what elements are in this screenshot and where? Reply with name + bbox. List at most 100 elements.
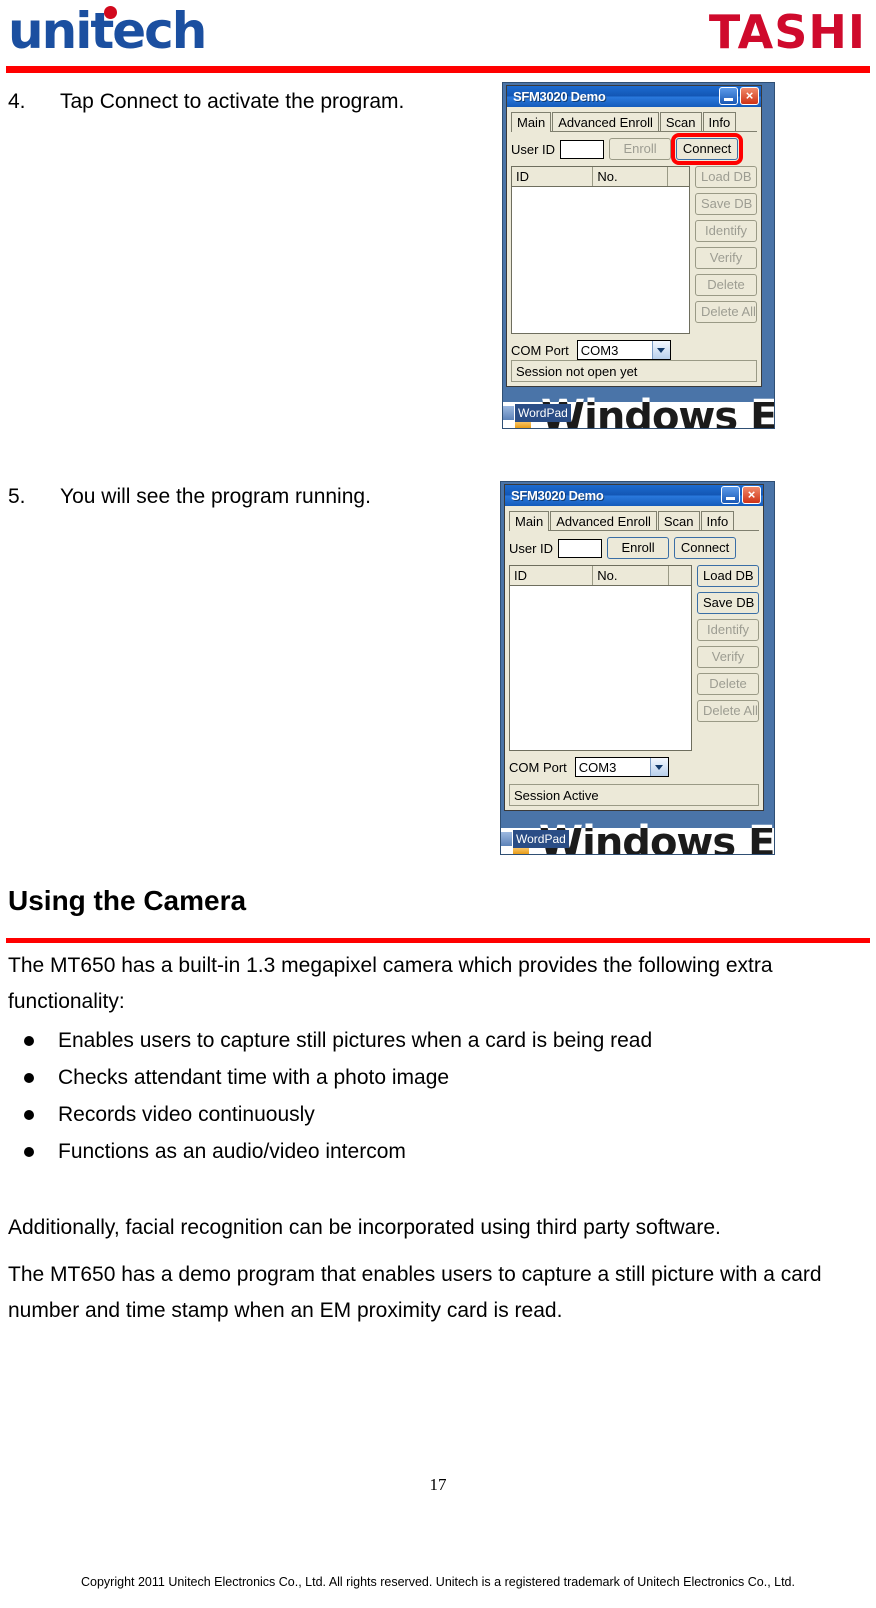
list-item-label: Enables users to capture still pictures … [58, 1029, 653, 1052]
column-header-no: No. [593, 566, 670, 585]
page-header: unitech TASHI [0, 0, 876, 78]
delete-button[interactable]: Delete [695, 274, 757, 296]
close-icon[interactable]: × [740, 87, 759, 105]
window-titlebar: SFM3020 Demo × [507, 86, 761, 107]
taskbar-button-wordpad[interactable]: WordPad [513, 830, 569, 848]
unitech-logo: unitech [8, 2, 207, 60]
sfm3020-demo-window-1: SFM3020 Demo × Main Advanced Enroll Scan… [506, 85, 762, 387]
window-titlebar: SFM3020 Demo × [505, 485, 763, 506]
intro-paragraph: The MT650 has a built-in 1.3 megapixel c… [8, 954, 773, 1013]
list-item: Checks attendant time with a photo image [8, 1059, 864, 1096]
delete-all-button[interactable]: Delete All [697, 700, 759, 722]
connect-button[interactable]: Connect [674, 537, 737, 559]
tab-scan[interactable]: Scan [657, 511, 700, 530]
tab-bar: Main Advanced Enroll Scan Info [509, 509, 759, 531]
page-number: 17 [429, 1475, 447, 1494]
user-id-input[interactable] [558, 538, 603, 558]
minimize-icon[interactable] [721, 486, 740, 504]
com-port-label: COM Port [509, 759, 567, 775]
tab-main[interactable]: Main [509, 511, 550, 531]
status-bar: Session not open yet [511, 360, 757, 382]
records-list-header: ID No. [512, 167, 689, 187]
tab-scan[interactable]: Scan [659, 112, 702, 131]
load-db-button[interactable]: Load DB [695, 166, 757, 188]
window-body: Main Advanced Enroll Scan Info User ID E… [505, 506, 763, 810]
tab-main[interactable]: Main [511, 112, 552, 132]
identify-button[interactable]: Identify [697, 619, 759, 641]
step-text: Tap Connect to activate the program. [60, 90, 405, 113]
verify-button[interactable]: Verify [697, 646, 759, 668]
com-port-value: COM3 [578, 759, 617, 775]
enroll-button[interactable]: Enroll [607, 537, 670, 559]
load-db-button[interactable]: Load DB [697, 565, 759, 587]
demo-paragraph: The MT650 has a demo program that enable… [8, 1263, 822, 1322]
step-number: 5. [8, 485, 26, 508]
section-heading: Using the Camera [8, 885, 247, 916]
user-id-row: User ID Enroll Connect [511, 133, 757, 165]
identify-button[interactable]: Identify [695, 220, 757, 242]
column-header-id: ID [512, 167, 594, 186]
com-port-row: COM Port COM3 [509, 757, 759, 777]
header-divider [6, 66, 870, 73]
records-list[interactable]: ID No. [509, 565, 692, 751]
list-item-label: Functions as an audio/video intercom [58, 1140, 406, 1163]
window-controls: × [719, 87, 759, 105]
bullet-icon [24, 1036, 34, 1046]
com-port-value: COM3 [580, 342, 619, 358]
device-taskbar: Windows Em WordPad [503, 402, 774, 428]
start-icon[interactable] [503, 406, 514, 420]
com-port-row: COM Port COM3 [511, 340, 757, 360]
connect-button[interactable]: Connect [671, 133, 744, 165]
verify-button[interactable]: Verify [695, 247, 757, 269]
bullet-icon [24, 1073, 34, 1083]
side-button-group: Load DB Save DB Identify Verify Delete D… [697, 565, 759, 751]
window-title: SFM3020 Demo [511, 488, 604, 503]
unitech-logo-dot [104, 6, 117, 19]
column-header-id: ID [510, 566, 594, 585]
tab-advanced-enroll[interactable]: Advanced Enroll [550, 511, 657, 530]
chevron-down-icon[interactable] [649, 758, 668, 776]
step-text: You will see the program running. [60, 485, 371, 508]
delete-button[interactable]: Delete [697, 673, 759, 695]
tab-advanced-enroll[interactable]: Advanced Enroll [552, 112, 659, 131]
status-bar: Session Active [509, 784, 759, 806]
taskbar-watermark: Windows Em [541, 402, 774, 428]
feature-bullet-list: Enables users to capture still pictures … [8, 1022, 864, 1170]
list-item: Functions as an audio/video intercom [8, 1133, 864, 1170]
minimize-icon[interactable] [719, 87, 738, 105]
com-port-label: COM Port [511, 342, 569, 358]
tab-info[interactable]: Info [700, 511, 735, 530]
side-button-group: Load DB Save DB Identify Verify Delete D… [695, 166, 757, 334]
copyright-notice: Copyright 2011 Unitech Electronics Co., … [81, 1575, 795, 1589]
chevron-down-icon[interactable] [651, 341, 670, 359]
device-taskbar: Windows Em WordPad [501, 828, 774, 854]
window-controls: × [721, 486, 761, 504]
records-list[interactable]: ID No. [511, 166, 690, 334]
tab-info[interactable]: Info [702, 112, 737, 131]
user-id-input[interactable] [560, 139, 605, 159]
additional-paragraph: Additionally, facial recognition can be … [8, 1216, 721, 1239]
save-db-button[interactable]: Save DB [697, 592, 759, 614]
com-port-select[interactable]: COM3 [576, 340, 671, 360]
device-screenshot-1: SFM3020 Demo × Main Advanced Enroll Scan… [502, 82, 775, 429]
user-id-row: User ID Enroll Connect [509, 537, 759, 559]
step-number: 4. [8, 90, 26, 113]
records-area: ID No. Load DB Save DB Identify Verify D… [509, 565, 759, 751]
user-id-label: User ID [509, 540, 554, 556]
user-id-label: User ID [511, 141, 556, 157]
column-header-extra [669, 566, 691, 585]
tashi-logo: TASHI [708, 5, 866, 59]
list-item-label: Records video continuously [58, 1103, 315, 1126]
bullet-icon [24, 1110, 34, 1120]
start-icon[interactable] [501, 832, 512, 846]
enroll-button[interactable]: Enroll [609, 138, 672, 160]
bullet-icon [24, 1147, 34, 1157]
sfm3020-demo-window-2: SFM3020 Demo × Main Advanced Enroll Scan… [504, 484, 764, 811]
close-icon[interactable]: × [742, 486, 761, 504]
save-db-button[interactable]: Save DB [695, 193, 757, 215]
com-port-select[interactable]: COM3 [574, 757, 669, 777]
taskbar-button-wordpad[interactable]: WordPad [515, 404, 571, 422]
list-item-label: Checks attendant time with a photo image [58, 1066, 450, 1089]
delete-all-button[interactable]: Delete All [695, 301, 757, 323]
column-header-no: No. [593, 167, 668, 186]
